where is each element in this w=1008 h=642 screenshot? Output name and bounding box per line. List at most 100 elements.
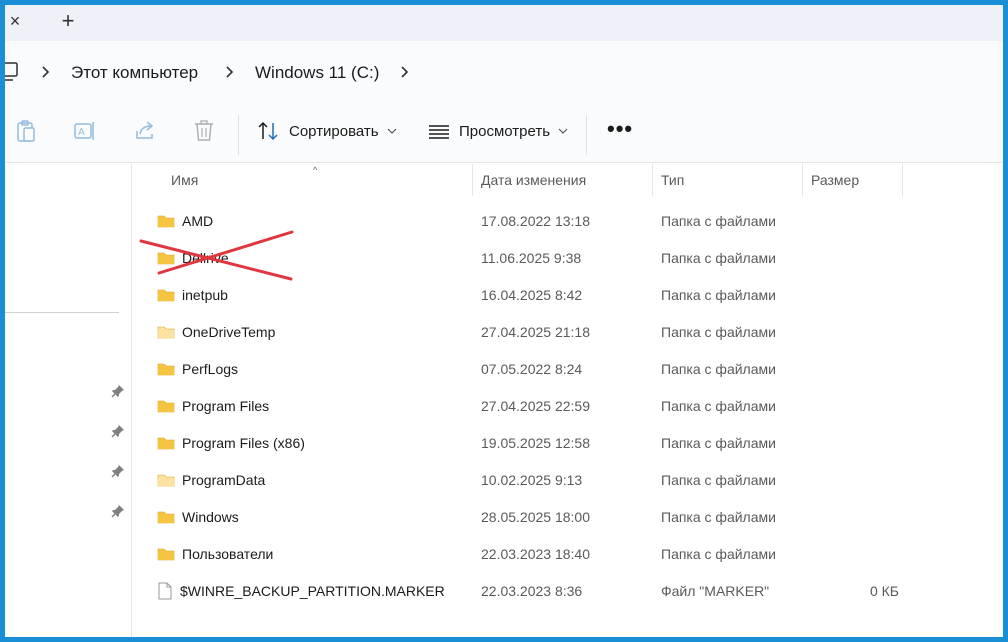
file-name-cell[interactable]: Пользователи [157,535,273,572]
file-type: Файл "MARKER" [661,582,770,599]
pin-icon[interactable] [111,424,125,438]
column-header-date-label: Дата изменения [481,172,587,188]
file-name-cell[interactable]: inetpub [157,276,228,313]
folder-icon [157,287,175,303]
svg-text:A: A [78,127,85,138]
file-size [809,313,899,350]
file-name-cell[interactable]: Program Files [157,387,269,424]
toolbar-divider [586,115,587,155]
file-name: inetpub [182,286,228,303]
pin-icon[interactable] [111,384,125,398]
file-name: $WINRE_BACKUP_PARTITION.MARKER [180,582,445,599]
table-row[interactable]: inetpub 16.04.2025 8:42 Папка с файлами [133,276,1003,313]
column-header-name[interactable]: Имя [163,164,473,196]
table-row[interactable]: PerfLogs 07.05.2022 8:24 Папка с файлами [133,350,1003,387]
view-button[interactable]: Просмотреть [428,117,568,145]
table-row[interactable]: Пользователи 22.03.2023 18:40 Папка с файл… [133,535,1003,572]
file-type: Папка с файлами [661,212,776,229]
file-date: 07.05.2022 8:24 [481,360,583,377]
file-name-cell[interactable]: Dellrive [157,239,229,276]
sort-button[interactable]: Сортировать [257,117,397,145]
file-name-cell[interactable]: PerfLogs [157,350,238,387]
table-row[interactable]: ProgramData 10.02.2025 9:13 Папка с файлам… [133,461,1003,498]
file-name-cell[interactable]: $WINRE_BACKUP_PARTITION.MARKER [157,572,445,609]
file-name: OneDriveTemp [182,323,276,340]
file-size [809,387,899,424]
file-size [809,350,899,387]
chevron-right-icon[interactable] [400,65,410,79]
file-name: Program Files (x86) [182,434,305,451]
file-name-cell[interactable]: Program Files (x86) [157,424,305,461]
file-date: 17.08.2022 13:18 [481,212,590,229]
folder-icon [157,509,175,525]
folder-light-icon [157,472,175,488]
file-size [809,239,899,276]
chevron-down-icon [558,128,568,134]
paste-icon[interactable] [15,119,37,143]
file-size [809,498,899,535]
file-name: Dellrive [182,249,229,266]
computer-icon[interactable] [5,61,19,83]
file-name-cell[interactable]: ProgramData [157,461,265,498]
column-header-type[interactable]: Тип [653,164,803,196]
chevron-down-icon [387,128,397,134]
file-explorer-window: × + Этот компьютер Windows 11 (C:) A Сор… [5,5,1003,637]
file-type: Папка с файлами [661,360,776,377]
sort-icon [258,121,278,141]
file-date: 28.05.2025 18:00 [481,508,590,525]
close-tab-icon[interactable]: × [5,9,25,33]
rename-icon[interactable]: A [73,119,97,143]
file-name: PerfLogs [182,360,239,377]
file-name: ProgramData [182,471,266,488]
file-date: 22.03.2023 8:36 [481,582,583,599]
file-name-cell[interactable]: OneDriveTemp [157,313,275,350]
navigation-pane [5,164,132,637]
file-type: Папка с файлами [661,471,776,488]
pin-icon[interactable] [111,464,125,478]
file-size [809,461,899,498]
column-header-size[interactable]: Размер [803,164,903,196]
delete-icon[interactable] [193,119,215,143]
breadcrumb-drive-c[interactable]: Windows 11 (C:) [255,63,379,83]
view-list-icon [429,125,449,139]
file-date: 19.05.2025 12:58 [481,434,590,451]
folder-icon [157,250,175,266]
file-type: Папка с файлами [661,397,776,414]
tab-bar: × + [5,5,1003,41]
new-tab-button[interactable]: + [55,8,81,33]
table-row[interactable]: Program Files 27.04.2025 22:59 Папка с фай… [133,387,1003,424]
file-size [809,424,899,461]
share-icon[interactable] [133,119,157,143]
file-list: ^ Имя Дата изменения Тип Размер AMD 17.08… [133,164,1003,637]
sort-label: Сортировать [289,122,379,140]
column-header-size-label: Размер [811,172,860,188]
breadcrumb-this-pc[interactable]: Этот компьютер [71,63,198,83]
column-header-name-label: Имя [171,172,199,188]
file-type: Папка с файлами [661,434,776,451]
table-row[interactable]: Dellrive 11.06.2025 9:38 Папка с файлами [133,239,1003,276]
file-size [809,535,899,572]
column-header-type-label: Тип [661,172,685,188]
table-row[interactable]: AMD 17.08.2022 13:18 Папка с файлами [133,202,1003,239]
pin-icon[interactable] [111,504,125,518]
table-row[interactable]: Windows 28.05.2025 18:00 Папка с файлами [133,498,1003,535]
more-options-button[interactable]: ••• [607,118,633,140]
column-header-date[interactable]: Дата изменения [473,164,653,196]
table-row[interactable]: $WINRE_BACKUP_PARTITION.MARKER 22.03.2023… [133,572,1003,609]
table-row[interactable]: OneDriveTemp 27.04.2025 21:18 Папка с файл… [133,313,1003,350]
file-name-cell[interactable]: AMD [157,202,213,239]
file-name: Windows [182,508,239,525]
file-date: 10.02.2025 9:13 [481,471,583,488]
view-label: Просмотреть [459,122,551,140]
file-size: 0 КБ [869,582,899,599]
file-date: 22.03.2023 18:40 [481,545,590,562]
folder-light-icon [157,324,175,340]
chevron-right-icon[interactable] [41,65,51,79]
chevron-right-icon[interactable] [225,65,235,79]
file-name-cell[interactable]: Windows [157,498,239,535]
folder-icon [157,546,175,562]
table-row[interactable]: Program Files (x86) 19.05.2025 12:58 Папка… [133,424,1003,461]
file-type: Папка с файлами [661,545,776,562]
file-size [809,202,899,239]
folder-icon [157,213,175,229]
